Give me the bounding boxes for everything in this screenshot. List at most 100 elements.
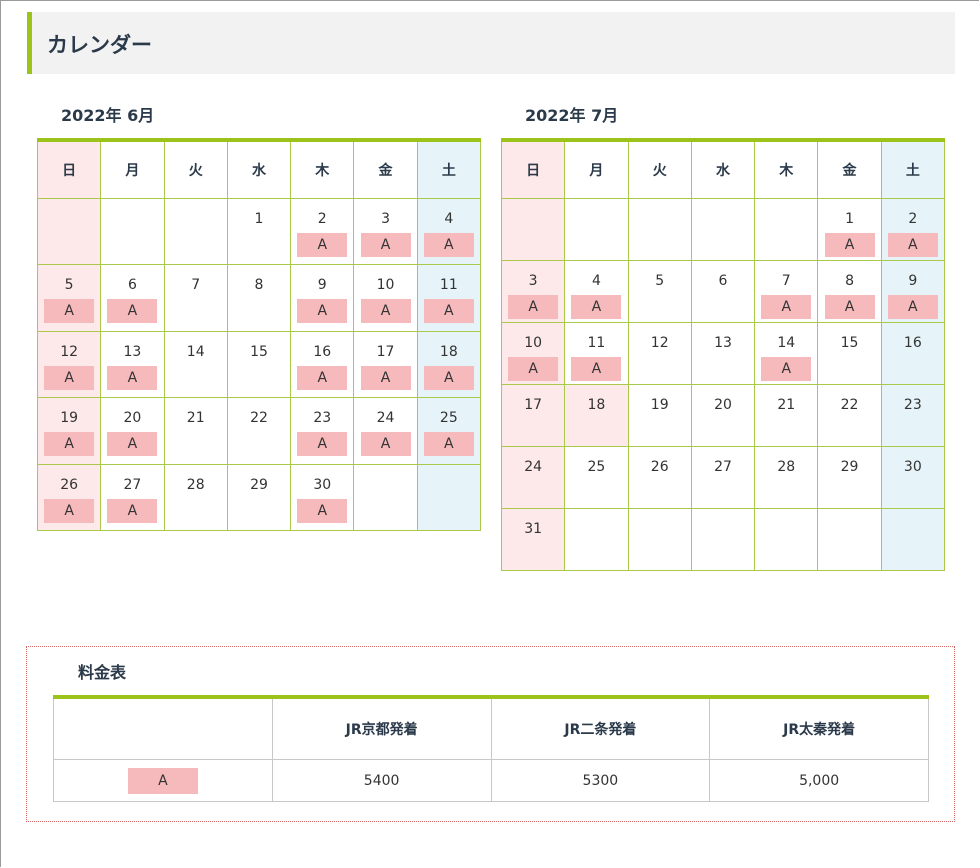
availability-badge: A bbox=[107, 498, 158, 523]
day-number: 2 bbox=[908, 210, 918, 227]
calendar-day-cell: 16 A bbox=[290, 330, 355, 399]
day-number: 6 bbox=[718, 272, 728, 289]
availability-badge: A bbox=[824, 232, 875, 257]
price-header-cell: JR太秦発着 bbox=[709, 696, 929, 760]
calendar-day-cell: 19 A bbox=[36, 397, 102, 465]
availability-badge: A bbox=[297, 365, 348, 390]
weekday-header: 火 bbox=[627, 139, 692, 199]
day-number: 22 bbox=[250, 410, 268, 427]
weekday-header: 火 bbox=[163, 139, 228, 199]
day-number: 6 bbox=[127, 277, 137, 294]
day-number: 19 bbox=[650, 396, 669, 413]
day-number: 24 bbox=[376, 410, 395, 427]
day-number: 26 bbox=[60, 476, 79, 493]
calendar-day-cell: 25 A bbox=[416, 397, 482, 465]
day-number: 20 bbox=[714, 396, 732, 413]
calendar-day-cell: 26 A bbox=[36, 463, 102, 532]
day-number: 3 bbox=[381, 210, 390, 227]
weekday-header: 月 bbox=[564, 139, 629, 199]
day-number: 13 bbox=[123, 343, 142, 360]
day-number: 10 bbox=[524, 334, 543, 351]
price-value: 5300 bbox=[490, 759, 711, 802]
day-number: 8 bbox=[845, 272, 854, 289]
calendar-day-cell: 29 bbox=[226, 463, 292, 532]
calendar-day-cell: 24 bbox=[500, 445, 566, 509]
availability-badge: A bbox=[423, 432, 474, 457]
calendar-day-cell: 3A bbox=[353, 197, 418, 266]
day-number: 2 bbox=[317, 210, 327, 227]
day-number: 9 bbox=[317, 277, 327, 294]
availability-badge: A bbox=[297, 432, 348, 457]
calendar-july: 日月火水木金土 1 A 2 A 3 A 4 A 5 6 7 A 8 A 9 A 10 A 11 A 12 13 14 A 15 1… bbox=[500, 138, 946, 571]
day-number: 4 bbox=[591, 272, 601, 289]
availability-badge: A bbox=[297, 232, 348, 257]
day-number: 21 bbox=[186, 410, 205, 427]
availability-badge: A bbox=[761, 356, 812, 381]
calendar-day-cell: 23 bbox=[880, 383, 946, 447]
weekday-header: 日 bbox=[36, 139, 102, 199]
calendar-day-cell: 18 A bbox=[416, 330, 482, 399]
july-title: 2022年 7月 bbox=[525, 106, 619, 125]
day-number: 20 bbox=[123, 410, 142, 427]
day-number: 30 bbox=[313, 476, 332, 493]
price-row: A 5400 5300 5,000 bbox=[53, 759, 929, 802]
calendar-day-cell bbox=[754, 197, 819, 261]
availability-badge: A bbox=[824, 294, 875, 319]
day-number: 31 bbox=[524, 520, 543, 537]
price-header-cell: JR二条発着 bbox=[490, 696, 711, 760]
calendar-day-cell: 29 bbox=[817, 445, 882, 509]
calendar-day-cell: 31 bbox=[500, 507, 566, 571]
availability-badge: A bbox=[360, 299, 411, 324]
calendar-day-cell: 9A bbox=[290, 264, 355, 332]
calendar-day-cell: 5 bbox=[627, 259, 692, 323]
calendar-day-cell bbox=[353, 463, 418, 532]
calendar-day-cell: 19 bbox=[627, 383, 692, 447]
availability-badge: A bbox=[297, 299, 348, 324]
calendar-day-cell: 15 bbox=[226, 330, 292, 399]
availability-badge: A bbox=[571, 294, 622, 319]
day-number: 16 bbox=[313, 343, 332, 360]
calendar-day-cell: 7A bbox=[754, 259, 819, 323]
calendar-day-cell: 12 bbox=[627, 321, 692, 385]
availability-badge: A bbox=[360, 432, 411, 457]
calendar-week-row: 10 A 11 A 12 13 14 A 15 16 bbox=[500, 321, 946, 385]
calendar-day-cell bbox=[416, 463, 482, 532]
calendar-day-cell: 21 bbox=[754, 383, 819, 447]
price-header-cell: JR京都発着 bbox=[271, 696, 492, 760]
calendar-day-cell: 24 A bbox=[353, 397, 418, 465]
weekday-header: 土 bbox=[416, 139, 482, 199]
day-number: 25 bbox=[439, 410, 458, 427]
availability-badge: A bbox=[423, 299, 474, 324]
calendar-day-cell: 11 A bbox=[564, 321, 629, 385]
calendar-day-cell: 1A bbox=[817, 197, 882, 261]
day-number: 15 bbox=[840, 334, 859, 351]
calendar-day-cell: 7 bbox=[163, 264, 228, 332]
price-label-cell: A bbox=[53, 759, 273, 802]
calendar-day-cell: 8A bbox=[817, 259, 882, 323]
calendar-day-cell bbox=[564, 197, 629, 261]
calendar-day-cell: 28 bbox=[163, 463, 228, 532]
day-number: 28 bbox=[186, 476, 205, 493]
calendar-day-cell: 17 A bbox=[353, 330, 418, 399]
availability-badge: A bbox=[508, 294, 559, 319]
calendar-week-row: 24 25 26 27 28 29 30 bbox=[500, 445, 946, 509]
day-number: 7 bbox=[781, 272, 791, 289]
day-number: 27 bbox=[714, 458, 732, 475]
calendar-day-cell: 4A bbox=[564, 259, 629, 323]
day-number: 7 bbox=[191, 277, 201, 294]
availability-badge: A bbox=[44, 498, 95, 523]
weekday-header: 月 bbox=[100, 139, 165, 199]
day-number: 23 bbox=[903, 396, 922, 413]
weekday-header: 水 bbox=[226, 139, 292, 199]
june-title: 2022年 6月 bbox=[61, 106, 155, 125]
day-number: 12 bbox=[60, 343, 79, 360]
day-number: 27 bbox=[123, 476, 142, 493]
weekday-header: 木 bbox=[754, 139, 819, 199]
day-number: 16 bbox=[903, 334, 922, 351]
day-number: 26 bbox=[650, 458, 669, 475]
calendar-week-row: 26 A 27 A 28 29 30 A bbox=[36, 463, 482, 532]
day-number: 22 bbox=[840, 396, 859, 413]
calendar-day-cell: 26 bbox=[627, 445, 692, 509]
calendar-day-cell: 12 A bbox=[36, 330, 102, 399]
calendar-day-cell: 13 A bbox=[100, 330, 165, 399]
